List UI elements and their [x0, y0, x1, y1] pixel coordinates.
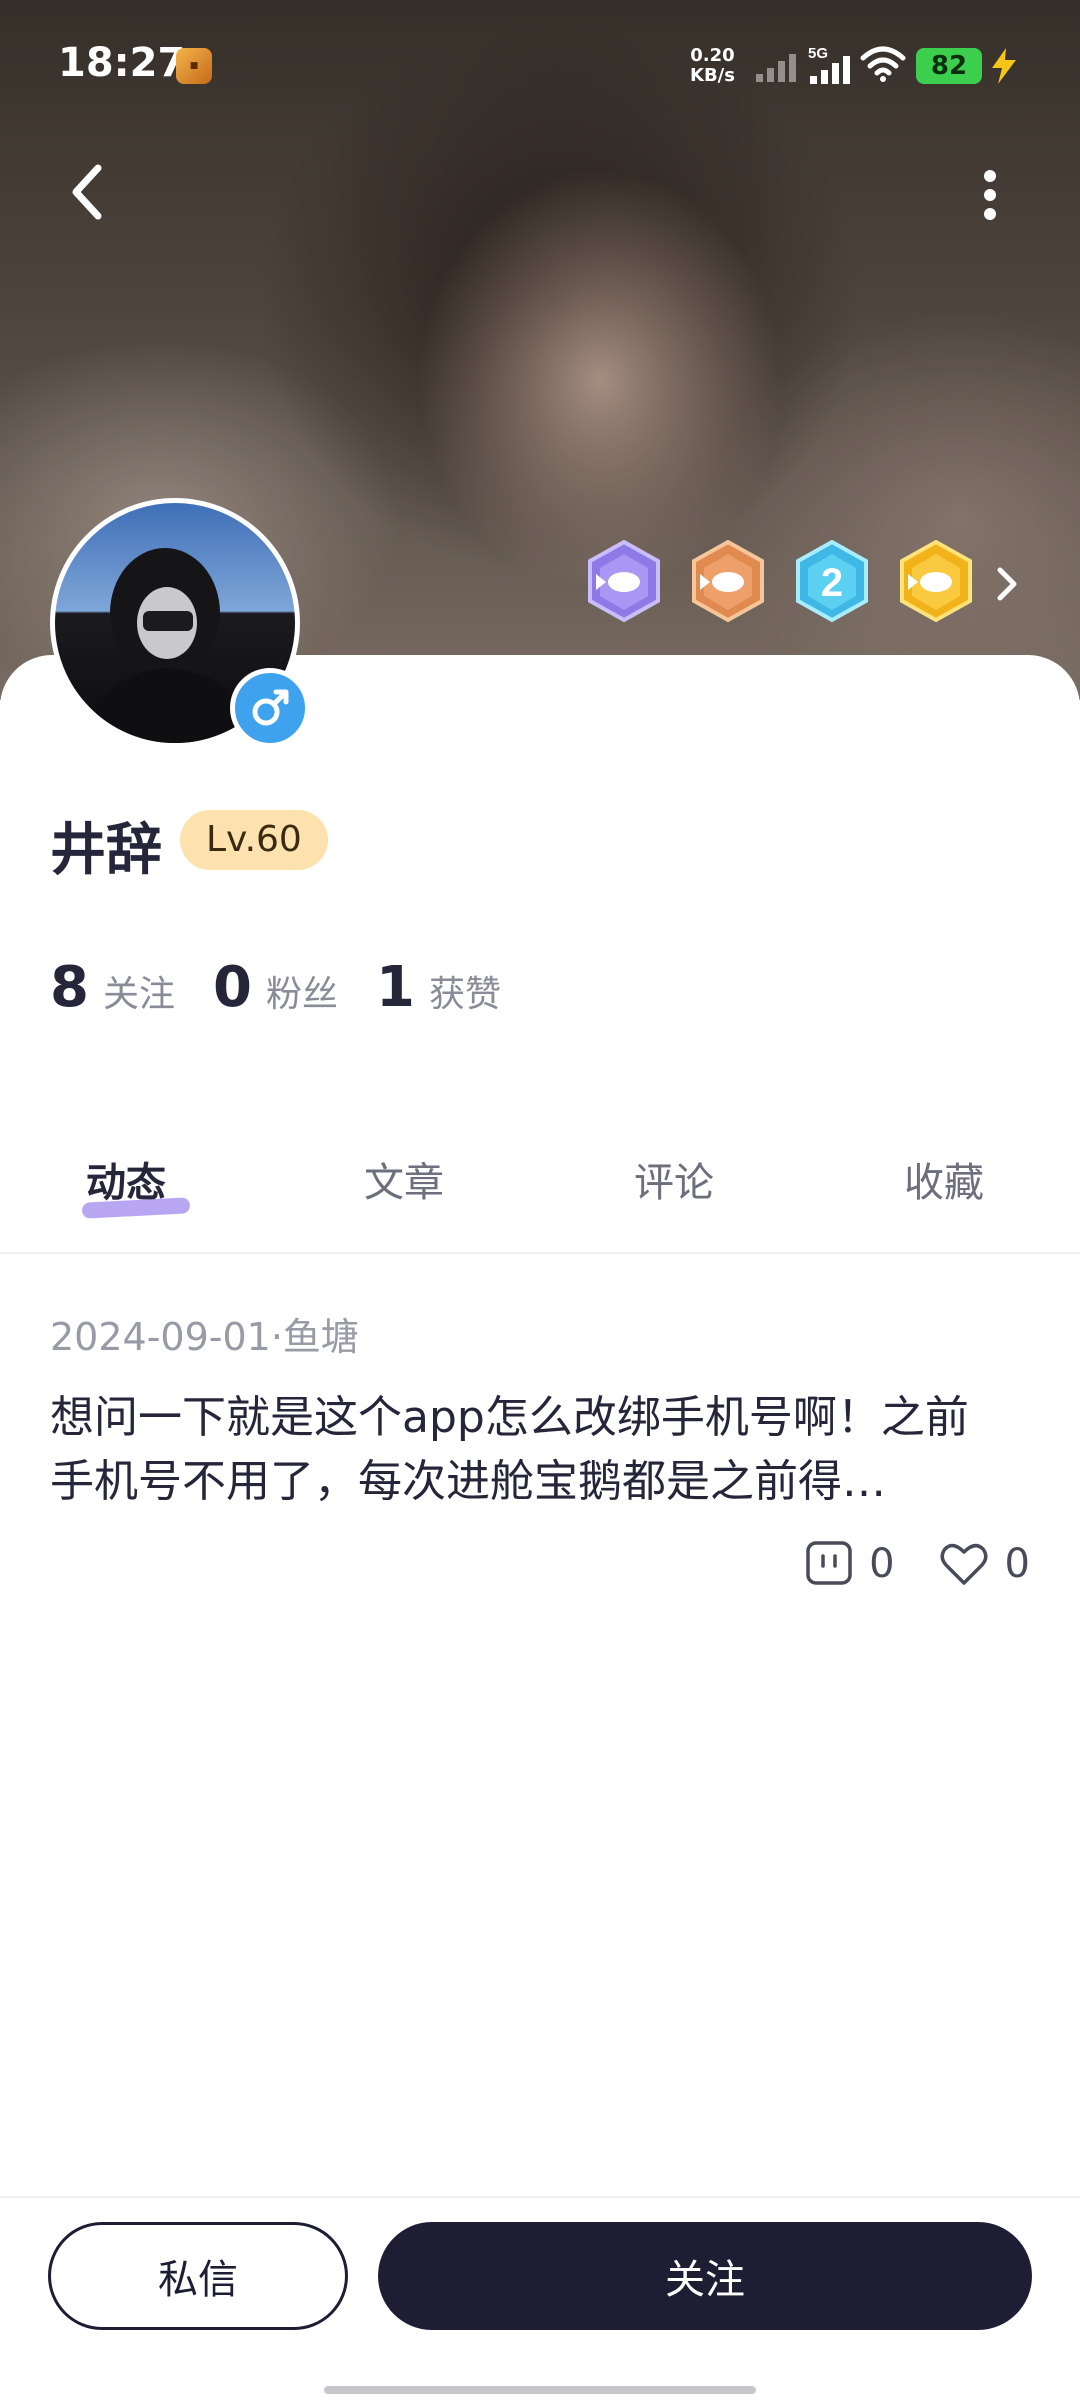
signal-5g-icon: 5G	[808, 45, 850, 84]
status-bar: 18:27 ■ 0.20 KB/s 5G 82	[0, 0, 1080, 130]
charging-bolt-icon	[992, 48, 1016, 84]
badge-list[interactable]: 2	[584, 540, 976, 624]
content-panel	[0, 1118, 1080, 2218]
signal-empty-icon	[756, 54, 796, 82]
stat-value: 0	[212, 955, 252, 1020]
wifi-icon	[860, 46, 906, 82]
level-badge: Lv.60	[180, 810, 328, 870]
notification-app-icon: ■	[176, 48, 212, 84]
blue-number-2-badge-icon: 2	[796, 540, 868, 623]
stat-label: 粉丝	[265, 974, 338, 1015]
comment-count: 0	[869, 1541, 895, 1587]
tab-posts[interactable]: 动态	[86, 1150, 166, 1208]
bottom-divider	[0, 2196, 1080, 2198]
username: 井辞	[50, 818, 162, 883]
more-vertical-icon	[984, 170, 996, 220]
like-count: 0	[1004, 1541, 1030, 1587]
purple-fish-badge-icon	[588, 540, 660, 623]
heart-icon	[940, 1543, 988, 1585]
svg-text:5G: 5G	[808, 45, 828, 62]
tab-comments[interactable]: 评论	[634, 1150, 714, 1208]
comment-icon	[806, 1541, 852, 1585]
profile-stats: 8 关注 0 粉丝 1 获赞	[50, 955, 539, 1020]
tab-bar: 动态 文章 评论 收藏	[0, 1150, 1080, 1230]
likes-received-stat: 1 获赞	[376, 955, 501, 1020]
tab-favorites[interactable]: 收藏	[904, 1150, 984, 1208]
post-text[interactable]: 想问一下就是这个app怎么改绑手机号啊！之前手机号不用了，每次进舱宝鹅都是之前得…	[50, 1386, 1010, 1514]
comment-button[interactable]: 0	[805, 1540, 895, 1588]
status-time: 18:27	[58, 40, 186, 86]
orange-fish-badge-icon	[692, 540, 764, 623]
network-speed: 0.20 KB/s	[690, 45, 735, 86]
home-indicator[interactable]	[324, 2386, 756, 2394]
svg-text:2: 2	[821, 561, 843, 605]
battery-level: 82	[916, 48, 982, 84]
chevron-right-icon[interactable]	[996, 566, 1018, 602]
like-button[interactable]: 0	[939, 1541, 1030, 1587]
tab-articles[interactable]: 文章	[364, 1150, 444, 1208]
chevron-left-icon	[72, 164, 102, 220]
stat-label: 关注	[102, 974, 175, 1015]
post-actions: 0 0	[761, 1540, 1030, 1588]
post-meta: 2024-09-01·鱼塘	[50, 1315, 359, 1359]
gender-badge	[230, 668, 310, 748]
following-stat[interactable]: 8 关注	[50, 955, 175, 1020]
stat-value: 8	[50, 955, 89, 1020]
back-button[interactable]	[56, 160, 120, 224]
follow-button[interactable]: 关注	[378, 2222, 1032, 2330]
message-button[interactable]: 私信	[48, 2222, 348, 2330]
divider	[0, 1252, 1080, 1254]
followers-stat[interactable]: 0 粉丝	[213, 955, 338, 1020]
gold-fish-badge-icon	[900, 540, 972, 623]
more-options-button[interactable]	[960, 160, 1020, 230]
stat-label: 获赞	[428, 974, 501, 1015]
stat-value: 1	[375, 955, 415, 1020]
male-icon	[252, 689, 289, 726]
